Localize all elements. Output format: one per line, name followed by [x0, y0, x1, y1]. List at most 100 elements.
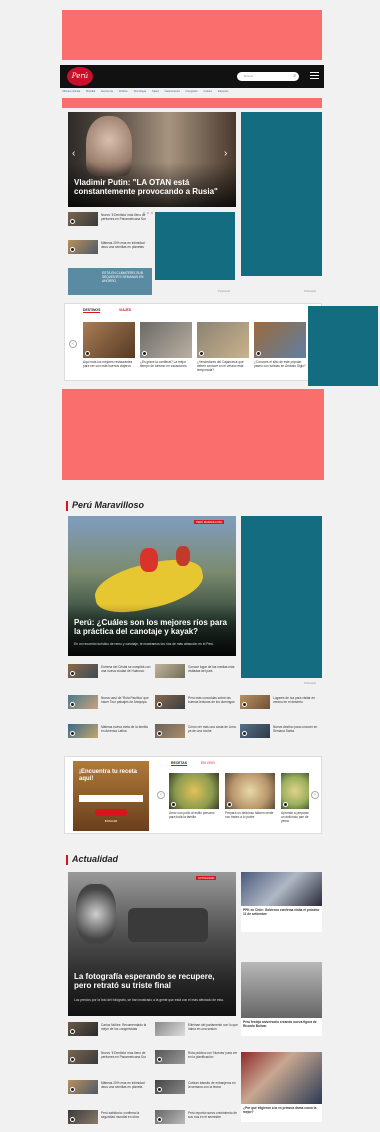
side-article[interactable]: PPK en Chile: Gobierno confirma visita e…	[241, 872, 322, 932]
recipe-search-button-label: BUSCAR	[104, 819, 118, 823]
carousel-item[interactable]: ¿Es grave la coniferat? La mejor tiempo …	[140, 322, 192, 368]
list-item[interactable]: Cotizan tránsito de extranjeros en la se…	[155, 1080, 239, 1094]
list-item-text: Perú más conocidas sobre las buenas lect…	[188, 696, 235, 704]
play-icon	[70, 219, 75, 224]
peru-hero-subtitle: En un recorrido turístico de remo y cano…	[74, 642, 215, 646]
list-item-text: Carlos Núñez: Recomendado la mejor de lo…	[101, 1023, 147, 1031]
actualidad-hero-title[interactable]: La fotografía esperando se recupere, per…	[74, 972, 232, 990]
list-item-text: Mábeas 20% mas en intimidad deus una sem…	[101, 241, 145, 249]
side-article-text: ¿Por qué eligieron a la ex primera dama …	[243, 1106, 317, 1114]
menu-icon[interactable]	[310, 71, 319, 80]
carousel-item[interactable]: ¿Conoces el sitio de este popular paseo …	[254, 322, 306, 368]
list-item[interactable]: Cómo ver más una costa de Lima ya de una…	[155, 724, 239, 738]
list-item[interactable]: Entrena del Cristal se cumplirá con una …	[68, 664, 152, 678]
tab-envivo-label: EN VIVO	[201, 761, 215, 765]
play-icon	[242, 702, 247, 707]
list-item[interactable]: Nuevo 'Il Dentista' más lleno de perfume…	[68, 212, 152, 226]
mid-ad[interactable]	[155, 212, 235, 280]
tab-recetas[interactable]: RECETAS	[171, 761, 187, 766]
list-item[interactable]: Mábeas 20% mas en intimidad deus una sem…	[68, 1080, 152, 1094]
list-item[interactable]: Carlos Núñez: Recomendado la mejor de lo…	[68, 1022, 152, 1036]
list-item[interactable]: Nueva destino para conocer en Semana San…	[240, 724, 324, 738]
right-ad[interactable]	[241, 516, 322, 678]
side-floating-ad[interactable]	[308, 306, 378, 386]
play-icon	[70, 1117, 75, 1122]
list-item-text: Cómo ver más una costa de Lima ya de una…	[188, 725, 236, 733]
section-title-actualidad[interactable]: Actualidad	[72, 854, 118, 864]
section-title-peru[interactable]: Perú Maravilloso	[72, 500, 144, 510]
play-icon	[157, 702, 162, 707]
kayaker-image	[140, 548, 158, 572]
list-item-text: Nueva destino para conocer en Semana San…	[273, 725, 318, 733]
list-item[interactable]: ESTÁ EN CLIMATERIS SUB SEQUENTES SEMANAS…	[68, 268, 152, 295]
list-item[interactable]: Nuevo azul de 'Ruta Pacífica' que hacer …	[68, 695, 152, 709]
side-article[interactable]: ¿Por qué eligieron a la ex primera dama …	[241, 1052, 322, 1122]
carousel-item[interactable]: Aquí más los mejores restaurantes para v…	[83, 322, 135, 368]
tab-destinos-label: DESTINOS	[83, 308, 101, 312]
list-item-text: Lugares de Ica para visitar en verano en…	[273, 696, 315, 704]
search-icon[interactable]: ⌕	[293, 73, 296, 79]
play-icon	[70, 702, 75, 707]
list-item[interactable]: Lugares de Ica para visitar en verano en…	[240, 695, 324, 709]
carousel-item[interactable]: Arroz con pollo al estilo peruano para t…	[169, 773, 219, 819]
list-item[interactable]: Mábeas 20% mas en intimidad deus una sem…	[68, 240, 152, 254]
carousel-item[interactable]: Aprende a preparar un delicioso pan de y…	[281, 773, 309, 823]
carousel-item[interactable]: ¿Vendedores del Cajamarca que deben cono…	[197, 322, 249, 372]
carousel-next-button[interactable]: ›	[311, 791, 319, 799]
carousel-prev-button[interactable]: ‹	[69, 340, 77, 348]
right-ad[interactable]	[241, 112, 322, 276]
tab-envivo[interactable]: EN VIVO	[201, 761, 215, 765]
hero-prev-arrow[interactable]: ‹	[72, 148, 75, 159]
play-icon	[70, 671, 75, 676]
hero-title[interactable]: Vladimir Putin: "LA OTAN está constantem…	[74, 178, 230, 196]
list-item[interactable]: Perú reporta nuevo crecimiento de sus rí…	[155, 1110, 239, 1124]
nav-link[interactable]: Salud	[152, 90, 159, 95]
play-icon	[157, 1087, 162, 1092]
side-article[interactable]: Perú festeja aniversario creando nueva f…	[241, 962, 322, 1036]
search-input[interactable]: Buscar ⌕	[237, 72, 299, 81]
tab-viajes[interactable]: VIAJES	[119, 308, 131, 312]
carousel-item-text: Prepara un delicioso tallarín verde con …	[225, 811, 274, 819]
list-item[interactable]: Ruta pública con 'Nuevas' para ver en la…	[155, 1050, 239, 1064]
list-item[interactable]: Eliminan del parlamento con lo que había…	[155, 1022, 239, 1036]
nav-link[interactable]: Deportes	[218, 90, 229, 95]
tab-viajes-label: VIAJES	[119, 308, 132, 312]
recipe-search-button[interactable]: BUSCAR	[95, 809, 127, 823]
carousel-prev-button[interactable]: ‹	[157, 791, 165, 799]
destinos-carousel: DESTINOS VIAJES ‹ Aquí más los mejores r…	[64, 303, 322, 381]
large-ad-banner[interactable]	[62, 389, 324, 480]
recetas-box: ¡Encuentra tu receta aquí! BUSCAR RECETA…	[64, 756, 322, 834]
top-navigation: Últimas noticias Mundial Economía Política T…	[62, 90, 322, 95]
top-ad-banner[interactable]	[62, 10, 322, 60]
list-item[interactable]: Nuevo 'Il Dentista' más lleno de perfume…	[68, 1050, 152, 1064]
recipe-search-input[interactable]	[79, 795, 143, 802]
list-item-text: Nuevo azul de 'Ruta Pacífica' que hacer …	[101, 696, 149, 704]
nav-link[interactable]: Gastronomía	[165, 90, 180, 95]
actualidad-hero[interactable]: ACTUALIDAD La fotografía esperando se re…	[68, 872, 236, 1016]
carousel-item[interactable]: Prepara un delicioso tallarín verde con …	[225, 773, 275, 819]
carousel-item-text: Aprende a preparar un delicioso pan de y…	[281, 811, 309, 823]
list-item[interactable]: Conoce lugar de las medias más visitadas…	[155, 664, 239, 678]
nav-link[interactable]: Últimas noticias	[62, 90, 80, 95]
hero-slide[interactable]: Vladimir Putin: "LA OTAN está constantem…	[68, 112, 236, 214]
strip-ad[interactable]	[62, 98, 322, 108]
play-icon	[242, 731, 247, 736]
play-icon	[256, 351, 261, 356]
peru-hero-title[interactable]: Perú: ¿Cuáles son los mejores ríos para …	[74, 618, 232, 636]
list-item[interactable]: Perú sabiduría: confirma la seguridad mu…	[68, 1110, 152, 1124]
peru-hero[interactable]: PERÚ MARAVILLOSO Perú: ¿Cuáles son los m…	[68, 516, 236, 656]
nav-link[interactable]: Cultura	[203, 90, 211, 95]
nav-link[interactable]: Mundial	[86, 90, 95, 95]
search-placeholder: Buscar	[244, 74, 254, 78]
logo[interactable]: Perú	[67, 67, 93, 86]
nav-link[interactable]: Economía	[101, 90, 113, 95]
actualidad-hero-subtitle: Los precios por la foto del fotógrafo, s…	[74, 998, 225, 1002]
nav-link[interactable]: Política	[119, 90, 128, 95]
tab-destinos[interactable]: DESTINOS	[83, 308, 101, 313]
nav-link[interactable]: Fotografía	[186, 90, 198, 95]
hero-next-arrow[interactable]: ›	[224, 148, 227, 159]
list-item[interactable]: Mábeas nueva meta de la familia en Améri…	[68, 724, 152, 738]
list-item[interactable]: Perú más conocidas sobre las buenas lect…	[155, 695, 239, 709]
play-icon	[171, 802, 176, 807]
nav-link[interactable]: Tecnología	[133, 90, 146, 95]
